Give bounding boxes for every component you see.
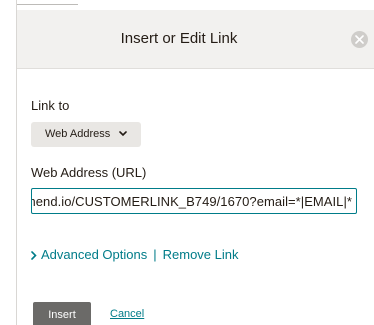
chevron-right-icon [31, 251, 37, 260]
web-address-input[interactable]: nmend.io/CUSTOMERLINK_B749/1670?email=*|… [31, 188, 357, 214]
link-type-dropdown[interactable]: Web Address [31, 122, 141, 147]
remove-link-button[interactable]: Remove Link [163, 247, 239, 262]
insert-link-dialog: Insert or Edit Link Link to Web Address … [16, 10, 374, 325]
link-to-label: Link to [31, 98, 70, 113]
advanced-options-link[interactable]: Advanced Options [41, 247, 147, 262]
web-address-label: Web Address (URL) [31, 165, 147, 180]
link-type-value: Web Address [45, 128, 111, 140]
cancel-button[interactable]: Cancel [110, 308, 144, 320]
dialog-title: Insert or Edit Link [120, 30, 238, 47]
close-icon [355, 35, 364, 44]
options-separator: | [153, 247, 157, 262]
dialog-header: Insert or Edit Link [17, 10, 374, 69]
corner-border [16, 0, 78, 10]
close-button[interactable] [351, 31, 368, 48]
web-address-value: nmend.io/CUSTOMERLINK_B749/1670?email=*|… [31, 194, 352, 209]
link-options-row: Advanced Options | Remove Link [31, 247, 239, 262]
insert-button[interactable]: Insert [33, 302, 91, 325]
chevron-down-icon [119, 131, 127, 137]
